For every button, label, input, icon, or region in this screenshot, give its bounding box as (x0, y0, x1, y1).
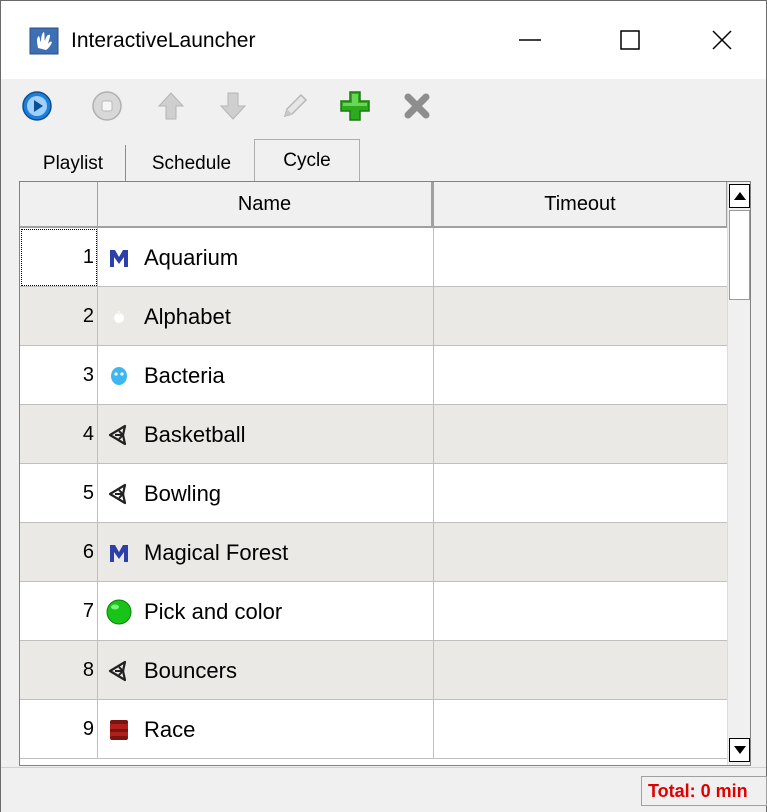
row-number: 3 (20, 346, 98, 405)
timeout-cell[interactable] (434, 582, 727, 641)
close-icon (712, 30, 732, 50)
row-number: 2 (20, 287, 98, 346)
tab-bar: Playlist Schedule Cycle (1, 139, 766, 181)
play-icon (22, 91, 52, 121)
name-text: Bouncers (144, 657, 237, 683)
timeout-cell[interactable] (434, 464, 727, 523)
scroll-thumb[interactable] (729, 210, 750, 300)
table-row[interactable]: 9 Race (20, 700, 727, 759)
arrow-up-small-icon (733, 192, 746, 200)
timeout-cell[interactable] (434, 287, 727, 346)
total-time-label: Total: 0 min (641, 776, 767, 806)
arrow-up-icon (157, 92, 185, 120)
row-number: 9 (20, 700, 98, 759)
apple-icon (106, 304, 132, 330)
delete-button[interactable] (397, 86, 437, 126)
edit-button[interactable] (275, 86, 315, 126)
timeout-cell[interactable] (434, 700, 727, 759)
name-cell[interactable]: Bowling (98, 464, 434, 523)
timeout-cell[interactable] (434, 405, 727, 464)
window-title: InteractiveLauncher (71, 29, 256, 52)
table-row[interactable]: 5 Bowling (20, 464, 727, 523)
unity-icon (106, 422, 132, 448)
toolbar (1, 79, 766, 131)
unity-icon (106, 481, 132, 507)
tab-schedule[interactable]: Schedule (129, 145, 254, 181)
bacteria-icon (106, 363, 132, 389)
name-cell[interactable]: Bouncers (98, 641, 434, 700)
scroll-down-button[interactable] (729, 738, 750, 762)
name-cell[interactable]: Bacteria (98, 346, 434, 405)
grid-header: Name Timeout (20, 182, 727, 228)
close-button[interactable] (673, 1, 767, 79)
table-row[interactable]: 4 Basketball (20, 405, 727, 464)
name-text: Pick and color (144, 598, 283, 624)
arrow-down-small-icon (733, 746, 746, 754)
timeout-cell[interactable] (434, 523, 727, 582)
name-text: Bacteria (144, 362, 225, 388)
name-cell[interactable]: Magical Forest (98, 523, 434, 582)
minimize-button[interactable] (481, 1, 579, 79)
header-timeout[interactable]: Timeout (434, 182, 727, 226)
tab-playlist[interactable]: Playlist (21, 145, 126, 181)
table-row[interactable]: 1 Aquarium (20, 228, 727, 287)
tab-cycle[interactable]: Cycle (254, 139, 360, 181)
red-drum-icon (106, 717, 132, 743)
header-name[interactable]: Name (98, 182, 434, 226)
scroll-up-button[interactable] (729, 184, 750, 208)
arrow-down-icon (219, 92, 247, 120)
name-text: Alphabet (144, 303, 231, 329)
play-button[interactable] (17, 86, 57, 126)
name-text: Basketball (144, 421, 246, 447)
name-cell[interactable]: Pick and color (98, 582, 434, 641)
name-text: Aquarium (144, 244, 239, 270)
timeout-cell[interactable] (434, 641, 727, 700)
stop-icon (92, 91, 122, 121)
maximize-icon (620, 30, 640, 50)
timeout-cell[interactable] (434, 346, 727, 405)
move-down-button[interactable] (213, 86, 253, 126)
name-text: Magical Forest (144, 539, 289, 565)
minimize-icon (519, 39, 541, 41)
timeout-cell[interactable] (434, 228, 727, 287)
m-logo-icon (106, 540, 132, 566)
green-ball-icon (106, 599, 132, 625)
focus-indicator (21, 229, 97, 286)
status-bar: Total: 0 min (1, 767, 767, 812)
row-number: 7 (20, 582, 98, 641)
name-cell[interactable]: Aquarium (98, 228, 434, 287)
name-text: Race (144, 716, 196, 742)
unity-icon (106, 658, 132, 684)
vertical-scrollbar[interactable] (727, 182, 750, 765)
name-cell[interactable]: Alphabet (98, 287, 434, 346)
pencil-icon (283, 93, 308, 118)
name-text: Bowling (144, 480, 222, 506)
table-row[interactable]: 2 Alphabet (20, 287, 727, 346)
title-bar[interactable]: InteractiveLauncher (1, 1, 766, 79)
move-up-button[interactable] (151, 86, 191, 126)
x-icon (404, 93, 430, 119)
app-window: InteractiveLauncher Playlist Schedule Cy… (0, 0, 767, 812)
stop-button[interactable] (87, 86, 127, 126)
plus-icon (340, 91, 370, 121)
cycle-grid: Name Timeout 1 Aquarium 2 Alphabet 3 Bac… (19, 181, 751, 766)
add-button[interactable] (335, 86, 375, 126)
maximize-button[interactable] (581, 1, 679, 79)
table-row[interactable]: 6 Magical Forest (20, 523, 727, 582)
name-cell[interactable]: Race (98, 700, 434, 759)
table-row[interactable]: 3 Bacteria (20, 346, 727, 405)
row-number: 5 (20, 464, 98, 523)
header-row-number[interactable] (20, 182, 98, 226)
row-number: 8 (20, 641, 98, 700)
m-logo-icon (106, 245, 132, 271)
row-number: 4 (20, 405, 98, 464)
table-row[interactable]: 7 Pick and color (20, 582, 727, 641)
row-number: 6 (20, 523, 98, 582)
app-logo-icon (29, 27, 59, 55)
table-row[interactable]: 8 Bouncers (20, 641, 727, 700)
name-cell[interactable]: Basketball (98, 405, 434, 464)
